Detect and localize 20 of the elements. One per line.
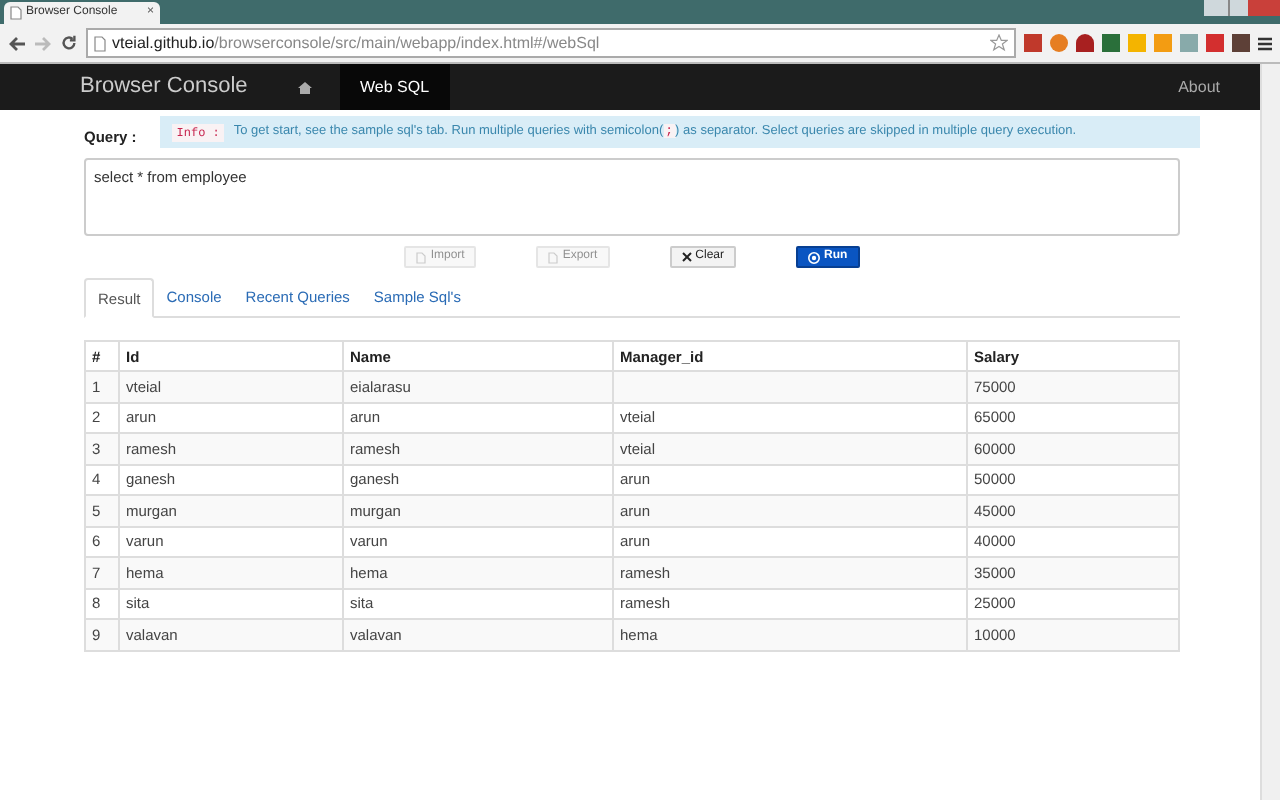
- home-icon[interactable]: [298, 81, 312, 93]
- brand-title[interactable]: Browser Console: [80, 70, 270, 104]
- document-icon: [548, 251, 559, 264]
- menu-icon[interactable]: [1258, 35, 1272, 51]
- page-icon: [10, 6, 22, 20]
- forward-icon[interactable]: [34, 35, 52, 51]
- address-bar[interactable]: vteial.github.io/browserconsole/src/main/webapp/index.html#/webSql: [86, 28, 1016, 58]
- star-icon[interactable]: [990, 34, 1008, 52]
- scrollbar[interactable]: [1260, 64, 1280, 800]
- close-icon[interactable]: [1248, 0, 1280, 16]
- nav-tab[interactable]: Web SQL: [340, 64, 450, 110]
- back-icon[interactable]: [8, 35, 26, 51]
- close-icon: [681, 252, 692, 263]
- document-icon: [416, 251, 427, 264]
- page-icon: [94, 35, 106, 51]
- maximize-icon[interactable]: [1228, 0, 1248, 16]
- reload-icon[interactable]: [60, 34, 78, 52]
- run-icon: [808, 251, 821, 264]
- minimize-icon[interactable]: [1204, 0, 1228, 16]
- nav-link[interactable]: About: [1154, 75, 1244, 99]
